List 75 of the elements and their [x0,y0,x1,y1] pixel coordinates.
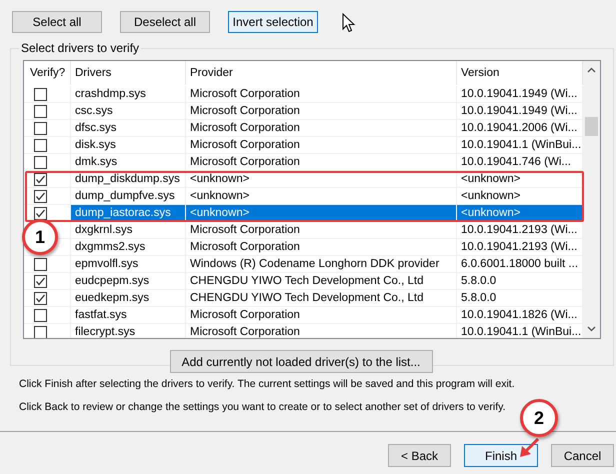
list-row[interactable]: dfsc.sys Microsoft Corporation 10.0.19041.2006 (Wi... [71,120,583,137]
driver-name: filecrypt.sys [71,324,186,338]
checkbox[interactable] [34,308,47,322]
provider-cell: <unknown> [186,205,457,222]
driver-name: dxgkrnl.sys [71,222,186,239]
driver-name: csc.sys [71,103,186,120]
list-row[interactable]: csc.sys Microsoft Corporation 10.0.19041.1949 (Wi... [71,103,583,120]
checkbox[interactable] [34,104,47,118]
list-row[interactable]: dxgmms2.sys Microsoft Corporation 10.0.19041.2193 (Wi... [71,239,583,256]
provider-cell: Microsoft Corporation [186,137,457,154]
checkbox[interactable] [34,172,47,186]
wizard-button[interactable]: Cancel [551,444,614,467]
wizard-button[interactable]: Finish [464,444,538,467]
checkbox[interactable] [34,138,47,152]
driver-name: euedkepm.sys [71,290,186,307]
instruction-text: Click Back to review or change the settings you want to create or to select another set of drivers to verify. [19,401,507,413]
checkbox[interactable] [34,88,47,100]
driver-name: fastfat.sys [71,307,186,324]
provider-cell: CHENGDU YIWO Tech Development Co., Ltd [186,290,457,307]
provider-cell: Windows (R) Codename Longhorn DDK provider [186,256,457,273]
checkbox[interactable] [34,122,47,134]
driver-name: dfsc.sys [71,120,186,137]
add-drivers-button[interactable]: Add currently not loaded driver(s) to the list... [170,350,432,373]
provider-cell: Microsoft Corporation [186,307,457,324]
list-row[interactable]: dump_diskdump.sys <unknown> <unknown> [71,171,583,188]
checkbox[interactable] [34,156,47,168]
version-cell: <unknown> [457,205,583,222]
group-title: Select drivers to verify [19,41,142,55]
toolbar-button[interactable]: Select all [12,11,102,33]
provider-cell: Microsoft Corporation [186,103,457,120]
toolbar-button[interactable]: Deselect all [120,11,210,33]
version-cell: <unknown> [457,171,583,188]
checkbox[interactable] [34,190,47,202]
step-badge: 2 [520,399,558,437]
driver-name: disk.sys [71,137,186,154]
driver-name: crashdmp.sys [71,86,186,103]
instruction-text: Click Finish after selecting the drivers to verify. The current settings will be saved and this program will exit. [19,378,516,390]
provider-cell: Microsoft Corporation [186,239,457,256]
driver-name: eudcpepm.sys [71,273,186,290]
scroll-thumb[interactable] [585,117,598,136]
list-row[interactable]: fastfat.sys Microsoft Corporation 10.0.19041.1826 (Wi... [71,307,583,324]
list-row[interactable]: dxgkrnl.sys Microsoft Corporation 10.0.19041.2193 (Wi... [71,222,583,239]
list-row[interactable]: eudcpepm.sys CHENGDU YIWO Tech Development Co., Ltd 5.8.0.0 [71,273,583,290]
driver-name: dump_diskdump.sys [71,171,186,188]
driver-name: dump_iastorac.sys [71,205,186,222]
checkbox[interactable] [34,274,47,288]
checkbox[interactable] [34,258,47,270]
wizard-button[interactable]: < Back [388,444,451,467]
scrollbar[interactable] [583,61,600,338]
column-header[interactable]: Drivers [71,61,186,85]
list-row[interactable]: crashdmp.sys Microsoft Corporation 10.0.19041.1949 (Wi... [71,86,583,103]
list-row[interactable]: euedkepm.sys CHENGDU YIWO Tech Development Co., Ltd 5.8.0.0 [71,290,583,307]
driver-name: dmk.sys [71,154,186,171]
list-row[interactable]: disk.sys Microsoft Corporation 10.0.19041.1 (WinBui... [71,137,583,154]
column-header[interactable]: Provider [186,61,457,85]
list-row[interactable]: dmk.sys Microsoft Corporation 10.0.19041.746 (Wi... [71,154,583,171]
list-row[interactable]: epmvolfl.sys Windows (R) Codename Longhorn DDK provider 6.0.6001.18000 built ... [71,256,583,273]
driver-name: epmvolfl.sys [71,256,186,273]
toolbar-button[interactable]: Invert selection [228,11,318,33]
provider-cell: CHENGDU YIWO Tech Development Co., Ltd [186,273,457,290]
scroll-down-icon[interactable] [587,326,596,332]
provider-cell: <unknown> [186,171,457,188]
pointer-arrow [519,438,539,458]
scroll-up-icon[interactable] [587,67,596,73]
provider-cell: Microsoft Corporation [186,120,457,137]
checkbox[interactable] [34,326,47,338]
provider-cell: Microsoft Corporation [186,86,457,103]
provider-cell: Microsoft Corporation [186,324,457,338]
checkbox[interactable] [34,206,47,220]
checkbox[interactable] [34,292,47,304]
column-header[interactable]: Verify? [24,61,71,85]
mouse-cursor-icon [342,13,356,33]
provider-cell: Microsoft Corporation [186,154,457,171]
driver-name: dxgmms2.sys [71,239,186,256]
provider-cell: Microsoft Corporation [186,222,457,239]
